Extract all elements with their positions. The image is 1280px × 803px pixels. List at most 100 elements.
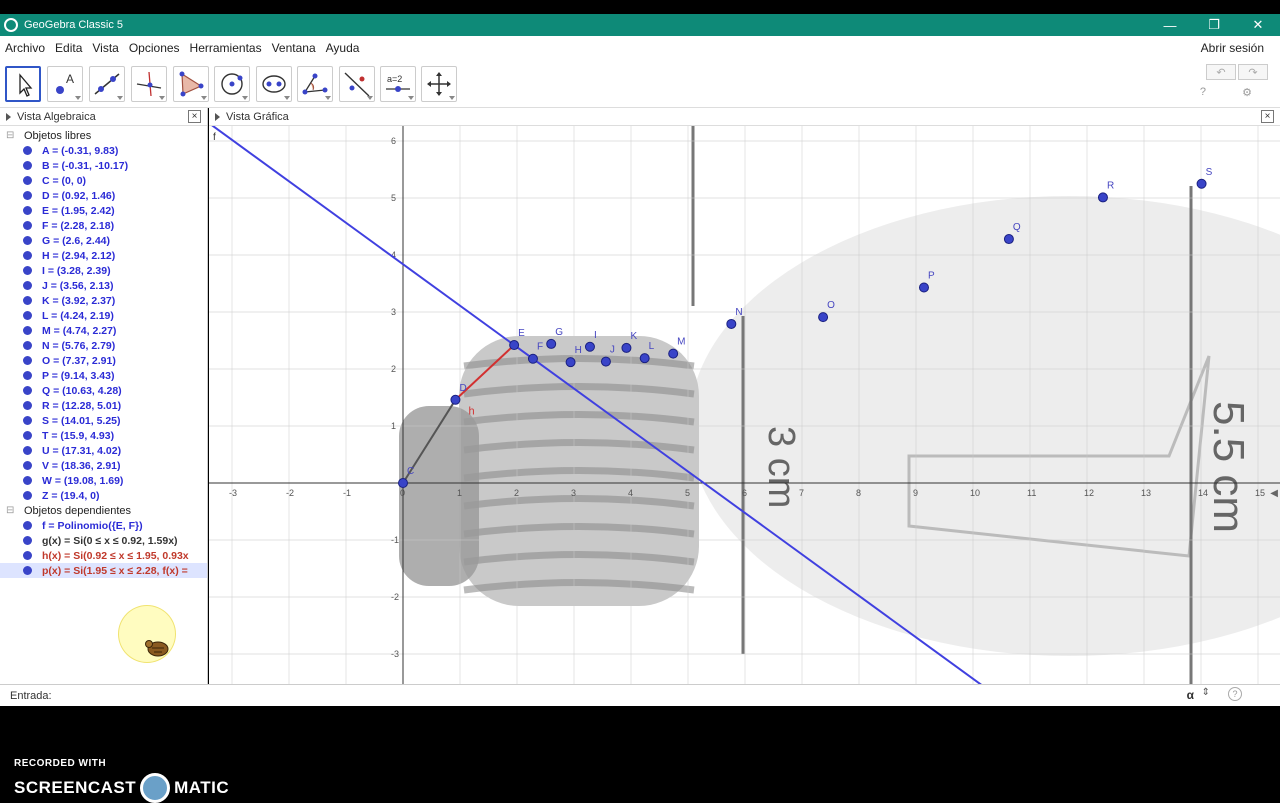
input-help-icon[interactable]: ?	[1228, 687, 1242, 701]
close-icon[interactable]: ×	[188, 110, 201, 123]
conic-tool-button[interactable]	[256, 66, 292, 102]
algebra-row[interactable]: J = (3.56, 2.13)	[0, 278, 207, 293]
algebra-row[interactable]: p(x) = Si(1.95 ≤ x ≤ 2.28, f(x) =	[0, 563, 207, 578]
menu-edita[interactable]: Edita	[50, 41, 87, 55]
point-m[interactable]	[668, 348, 679, 359]
algebra-row[interactable]: H = (2.94, 2.12)	[0, 248, 207, 263]
point-s[interactable]	[1196, 178, 1207, 189]
visibility-toggle-icon[interactable]	[23, 416, 32, 425]
point-k[interactable]	[621, 342, 632, 353]
algebra-row[interactable]: G = (2.6, 2.44)	[0, 233, 207, 248]
point-l[interactable]	[639, 353, 650, 364]
free-objects-group[interactable]: ⊟ Objetos libres	[0, 128, 207, 143]
visibility-toggle-icon[interactable]	[23, 476, 32, 485]
algebra-row[interactable]: O = (7.37, 2.91)	[0, 353, 207, 368]
menu-archivo[interactable]: Archivo	[0, 41, 50, 55]
reflect-tool-button[interactable]	[339, 66, 375, 102]
algebra-row[interactable]: f = Polinomio({E, F})	[0, 518, 207, 533]
algebra-row[interactable]: V = (18.36, 2.91)	[0, 458, 207, 473]
algebra-row[interactable]: B = (-0.31, -10.17)	[0, 158, 207, 173]
algebra-row[interactable]: L = (4.24, 2.19)	[0, 308, 207, 323]
alpha-symbols-button[interactable]: α	[1187, 688, 1194, 702]
visibility-toggle-icon[interactable]	[23, 551, 32, 560]
visibility-toggle-icon[interactable]	[23, 446, 32, 455]
menu-ayuda[interactable]: Ayuda	[321, 41, 365, 55]
visibility-toggle-icon[interactable]	[23, 461, 32, 470]
algebra-row[interactable]: T = (15.9, 4.93)	[0, 428, 207, 443]
algebra-row[interactable]: C = (0, 0)	[0, 173, 207, 188]
visibility-toggle-icon[interactable]	[23, 431, 32, 440]
graphics-canvas[interactable]: 3 cm 5.5 cm -3 -2 -1 0 1 2 3 4 5 6 7 8 9 10 11 12 13 14 15 6 5…	[209, 126, 1280, 684]
slider-tool-button[interactable]: a=2	[380, 66, 416, 102]
visibility-toggle-icon[interactable]	[23, 326, 32, 335]
algebra-row[interactable]: h(x) = Si(0.92 ≤ x ≤ 1.95, 0.93x	[0, 548, 207, 563]
side-panel-arrow-icon[interactable]: ◀	[1270, 488, 1278, 499]
algebra-row[interactable]: W = (19.08, 1.69)	[0, 473, 207, 488]
menu-ventana[interactable]: Ventana	[267, 41, 321, 55]
menu-herramientas[interactable]: Herramientas	[185, 41, 267, 55]
algebra-row[interactable]: U = (17.31, 4.02)	[0, 443, 207, 458]
algebra-row[interactable]: R = (12.28, 5.01)	[0, 398, 207, 413]
visibility-toggle-icon[interactable]	[23, 566, 32, 575]
algebra-row[interactable]: D = (0.92, 1.46)	[0, 188, 207, 203]
visibility-toggle-icon[interactable]	[23, 146, 32, 155]
input-field[interactable]	[58, 687, 1188, 704]
polygon-tool-button[interactable]	[173, 66, 209, 102]
perpendicular-tool-button[interactable]	[131, 66, 167, 102]
angle-tool-button[interactable]	[297, 66, 333, 102]
help-icon[interactable]: ?	[1200, 86, 1206, 98]
history-arrows-icon[interactable]: ⇕	[1202, 687, 1210, 698]
visibility-toggle-icon[interactable]	[23, 311, 32, 320]
point-p[interactable]	[918, 282, 929, 293]
point-q[interactable]	[1003, 234, 1014, 245]
graphics-svg[interactable]: 3 cm 5.5 cm-3 -2 -1 0 1 2 3 4 5 6 7 8 9 10 11 12 13 14 1565…	[209, 126, 1280, 684]
point-n[interactable]	[726, 318, 737, 329]
collapse-arrow-icon[interactable]	[215, 112, 220, 121]
point-g[interactable]	[546, 338, 557, 349]
visibility-toggle-icon[interactable]	[23, 281, 32, 290]
close-icon[interactable]: ×	[1261, 110, 1274, 123]
algebra-row[interactable]: K = (3.92, 2.37)	[0, 293, 207, 308]
point-d[interactable]	[450, 394, 461, 405]
settings-gear-icon[interactable]: ⚙	[1242, 86, 1252, 99]
algebra-row[interactable]: M = (4.74, 2.27)	[0, 323, 207, 338]
menu-opciones[interactable]: Opciones	[124, 41, 185, 55]
move-tool-button[interactable]	[5, 66, 41, 102]
algebra-row[interactable]: A = (-0.31, 9.83)	[0, 143, 207, 158]
visibility-toggle-icon[interactable]	[23, 536, 32, 545]
move-view-tool-button[interactable]	[421, 66, 457, 102]
visibility-toggle-icon[interactable]	[23, 341, 32, 350]
algebra-row[interactable]: g(x) = Si(0 ≤ x ≤ 0.92, 1.59x)	[0, 533, 207, 548]
point-f[interactable]	[527, 353, 538, 364]
visibility-toggle-icon[interactable]	[23, 386, 32, 395]
line-tool-button[interactable]	[89, 66, 125, 102]
undo-button[interactable]: ↶	[1206, 64, 1236, 80]
visibility-toggle-icon[interactable]	[23, 221, 32, 230]
algebra-row[interactable]: Q = (10.63, 4.28)	[0, 383, 207, 398]
menu-vista[interactable]: Vista	[87, 41, 123, 55]
visibility-toggle-icon[interactable]	[23, 161, 32, 170]
algebra-row[interactable]: E = (1.95, 2.42)	[0, 203, 207, 218]
visibility-toggle-icon[interactable]	[23, 401, 32, 410]
visibility-toggle-icon[interactable]	[23, 266, 32, 275]
point-h[interactable]	[565, 357, 576, 368]
algebra-row[interactable]: F = (2.28, 2.18)	[0, 218, 207, 233]
minimize-button[interactable]: —	[1148, 14, 1192, 36]
circle-tool-button[interactable]	[214, 66, 250, 102]
maximize-button[interactable]: ❐	[1192, 14, 1236, 36]
visibility-toggle-icon[interactable]	[23, 206, 32, 215]
visibility-toggle-icon[interactable]	[23, 521, 32, 530]
point-o[interactable]	[818, 312, 829, 323]
visibility-toggle-icon[interactable]	[23, 176, 32, 185]
visibility-toggle-icon[interactable]	[23, 191, 32, 200]
point-j[interactable]	[600, 356, 611, 367]
point-c[interactable]	[398, 478, 408, 488]
point-e[interactable]	[509, 340, 520, 351]
point-r[interactable]	[1097, 192, 1108, 203]
visibility-toggle-icon[interactable]	[23, 356, 32, 365]
close-window-button[interactable]: ✕	[1236, 14, 1280, 36]
visibility-toggle-icon[interactable]	[23, 251, 32, 260]
visibility-toggle-icon[interactable]	[23, 236, 32, 245]
algebra-row[interactable]: I = (3.28, 2.39)	[0, 263, 207, 278]
signin-link[interactable]: Abrir sesión	[1201, 41, 1264, 55]
